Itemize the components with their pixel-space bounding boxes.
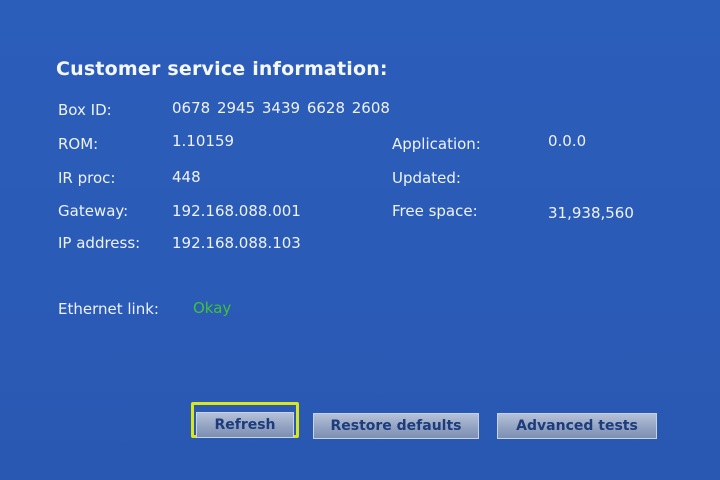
rom-value: 1.10159	[172, 132, 235, 150]
ip-address-label: IP address:	[58, 234, 141, 252]
free-space-label: Free space:	[392, 202, 478, 220]
application-value: 0.0.0	[548, 132, 587, 150]
ethernet-link-status: Okay	[193, 299, 232, 317]
ir-proc-value: 448	[172, 168, 201, 186]
rom-label: ROM:	[58, 135, 99, 153]
advanced-tests-button[interactable]: Advanced tests	[497, 413, 657, 439]
gateway-label: Gateway:	[58, 202, 129, 220]
ip-address-value: 192.168.088.103	[172, 234, 301, 252]
restore-defaults-button[interactable]: Restore defaults	[313, 413, 479, 439]
ir-proc-label: IR proc:	[58, 169, 116, 187]
page-title: Customer service information:	[56, 58, 388, 80]
service-info-screen: Customer service information: Box ID: 06…	[0, 0, 720, 480]
updated-label: Updated:	[392, 169, 461, 187]
box-id-label: Box ID:	[58, 101, 112, 119]
free-space-value: 31,938,560	[548, 204, 634, 222]
box-id-value: 0678 2945 3439 6628 2608	[172, 99, 390, 117]
application-label: Application:	[392, 135, 481, 153]
refresh-button[interactable]: Refresh	[196, 412, 294, 438]
gateway-value: 192.168.088.001	[172, 202, 301, 220]
ethernet-link-label: Ethernet link:	[58, 300, 159, 318]
